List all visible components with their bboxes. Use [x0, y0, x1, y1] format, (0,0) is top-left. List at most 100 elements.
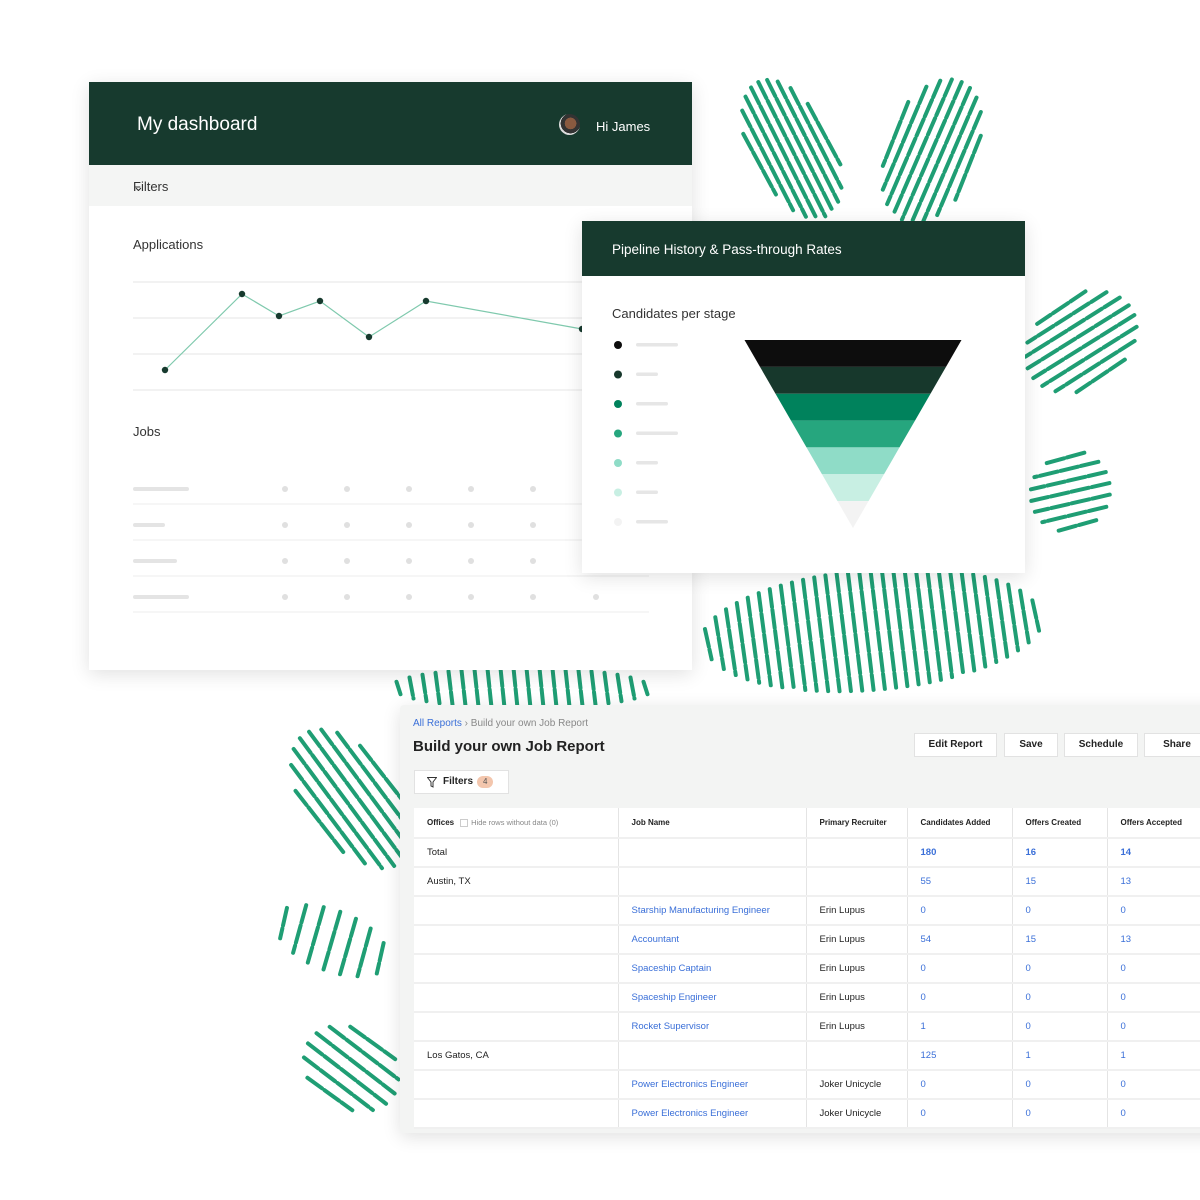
offers-created-cell[interactable]: 0	[1012, 1099, 1108, 1129]
candidates-added-cell[interactable]: 1	[907, 1012, 1013, 1042]
job-name-cell[interactable]: Spaceship Engineer	[618, 983, 807, 1013]
offers-accepted-cell[interactable]: 13	[1107, 925, 1200, 955]
legend-dot	[614, 400, 622, 408]
job-name-cell[interactable]: Accountant	[618, 925, 807, 955]
fingerprint-leaf	[740, 77, 844, 221]
offers-accepted-cell[interactable]: 14	[1107, 838, 1200, 868]
offers-created-cell[interactable]: 0	[1012, 954, 1108, 984]
offers-accepted-cell[interactable]: 13	[1107, 867, 1200, 897]
candidates-added-cell[interactable]: 0	[907, 896, 1013, 926]
fingerprint-stripe	[305, 1075, 355, 1113]
share-button[interactable]: Share	[1144, 733, 1200, 757]
office-cell	[414, 983, 619, 1013]
office-cell	[414, 896, 619, 926]
table-row: Total 180 16 14	[414, 838, 1200, 868]
job-name-cell	[618, 1041, 807, 1071]
recruiter-cell: Erin Lupus	[806, 954, 908, 984]
placeholder-dot	[468, 522, 474, 528]
candidates-added-cell[interactable]: 55	[907, 867, 1013, 897]
placeholder-dot	[406, 486, 412, 492]
candidates-added-cell[interactable]: 0	[907, 983, 1013, 1013]
table-header-row: Offices Hide rows without data (0) Job Na…	[414, 808, 1200, 839]
placeholder-dot	[406, 594, 412, 600]
fingerprint-stripe	[1053, 338, 1137, 394]
recruiter-cell	[806, 867, 908, 897]
table-row: Power Electronics Engineer Joker Unicycle…	[414, 1099, 1200, 1129]
recruiter-cell: Joker Unicycle	[806, 1099, 908, 1129]
legend-placeholder-bar	[636, 343, 678, 347]
fingerprint-stripe	[982, 574, 999, 664]
fingerprint-stripe	[537, 666, 546, 710]
offers-accepted-cell[interactable]: 0	[1107, 1099, 1200, 1129]
offers-created-cell[interactable]: 0	[1012, 983, 1108, 1013]
offers-accepted-cell[interactable]: 0	[1107, 1070, 1200, 1100]
column-header-offers-created[interactable]: Offers Created	[1012, 808, 1108, 839]
offers-accepted-cell[interactable]: 0	[1107, 983, 1200, 1013]
fingerprint-stripe	[407, 675, 416, 701]
offers-created-cell[interactable]: 1	[1012, 1041, 1108, 1071]
fingerprint-stripe	[563, 667, 572, 709]
fingerprint-leaf	[1023, 289, 1139, 395]
recruiter-cell	[806, 1041, 908, 1071]
fingerprint-stripe	[314, 1031, 397, 1096]
offers-accepted-cell[interactable]: 0	[1107, 954, 1200, 984]
column-header-candidates-added[interactable]: Candidates Added	[907, 808, 1013, 839]
fingerprint-stripe	[1006, 582, 1021, 653]
job-name-cell[interactable]: Rocket Supervisor	[618, 1012, 807, 1042]
offers-accepted-cell[interactable]: 0	[1107, 1012, 1200, 1042]
job-name-cell[interactable]: Spaceship Captain	[618, 954, 807, 984]
office-cell: Austin, TX	[414, 867, 619, 897]
breadcrumb-all-reports[interactable]: All Reports	[413, 718, 462, 729]
offers-created-cell[interactable]: 0	[1012, 896, 1108, 926]
job-name-cell[interactable]: Starship Manufacturing Engineer	[618, 896, 807, 926]
save-button[interactable]: Save	[1004, 733, 1058, 757]
fingerprint-stripe	[756, 591, 773, 688]
fingerprint-stripe	[948, 568, 966, 677]
column-header-job-name[interactable]: Job Name	[618, 808, 807, 839]
placeholder-dot	[468, 594, 474, 600]
job-name-cell[interactable]: Power Electronics Engineer	[618, 1099, 807, 1129]
candidates-added-cell[interactable]: 180	[907, 838, 1013, 868]
fingerprint-stripe	[355, 926, 373, 979]
offers-created-cell[interactable]: 15	[1012, 867, 1108, 897]
edit-report-button[interactable]: Edit Report	[914, 733, 997, 757]
column-header-offers-accepted[interactable]: Offers Accepted	[1107, 808, 1200, 839]
table-row: Power Electronics Engineer Joker Unicycle…	[414, 1070, 1200, 1100]
offers-accepted-cell[interactable]: 0	[1107, 896, 1200, 926]
fingerprint-stripe	[602, 670, 611, 706]
fingerprint-stripe	[767, 587, 785, 690]
fingerprint-stripe	[1054, 518, 1099, 534]
placeholder-dot	[406, 522, 412, 528]
fingerprint-stripe	[307, 729, 406, 862]
fingerprint-stripe	[734, 600, 750, 682]
offers-created-cell[interactable]: 16	[1012, 838, 1108, 868]
fingerprint-stripe	[433, 670, 442, 706]
candidates-added-cell[interactable]: 0	[907, 954, 1013, 984]
fingerprint-stripe	[394, 679, 403, 697]
legend-dot	[614, 370, 622, 379]
column-header-primary-recruiter[interactable]: Primary Recruiter	[806, 808, 908, 839]
candidates-added-cell[interactable]: 0	[907, 1099, 1013, 1129]
placeholder-bar	[133, 559, 177, 563]
filter-icon	[427, 777, 437, 788]
candidates-added-cell[interactable]: 0	[907, 1070, 1013, 1100]
recruiter-cell: Erin Lupus	[806, 983, 908, 1013]
schedule-button[interactable]: Schedule	[1064, 733, 1138, 757]
table-row: Spaceship Captain Erin Lupus 0 0 0	[414, 954, 1200, 984]
filters-button[interactable]: Filters 4	[414, 770, 509, 794]
fingerprint-leaf	[278, 903, 386, 979]
hide-rows-label: Hide rows without data (0)	[471, 818, 559, 827]
fingerprint-stripe	[723, 607, 738, 678]
offers-accepted-cell[interactable]: 1	[1107, 1041, 1200, 1071]
offers-created-cell[interactable]: 0	[1012, 1070, 1108, 1100]
fingerprint-stripe	[550, 666, 559, 710]
offers-created-cell[interactable]: 0	[1012, 1012, 1108, 1042]
hide-rows-checkbox[interactable]	[460, 818, 469, 827]
column-header-offices[interactable]: Offices Hide rows without data (0)	[414, 808, 619, 839]
candidates-added-cell[interactable]: 125	[907, 1041, 1013, 1071]
fingerprint-stripe	[472, 667, 481, 709]
candidates-added-cell[interactable]: 54	[907, 925, 1013, 955]
offers-created-cell[interactable]: 15	[1012, 925, 1108, 955]
breadcrumb-current: Build your own Job Report	[470, 718, 589, 729]
job-name-cell[interactable]: Power Electronics Engineer	[618, 1070, 807, 1100]
